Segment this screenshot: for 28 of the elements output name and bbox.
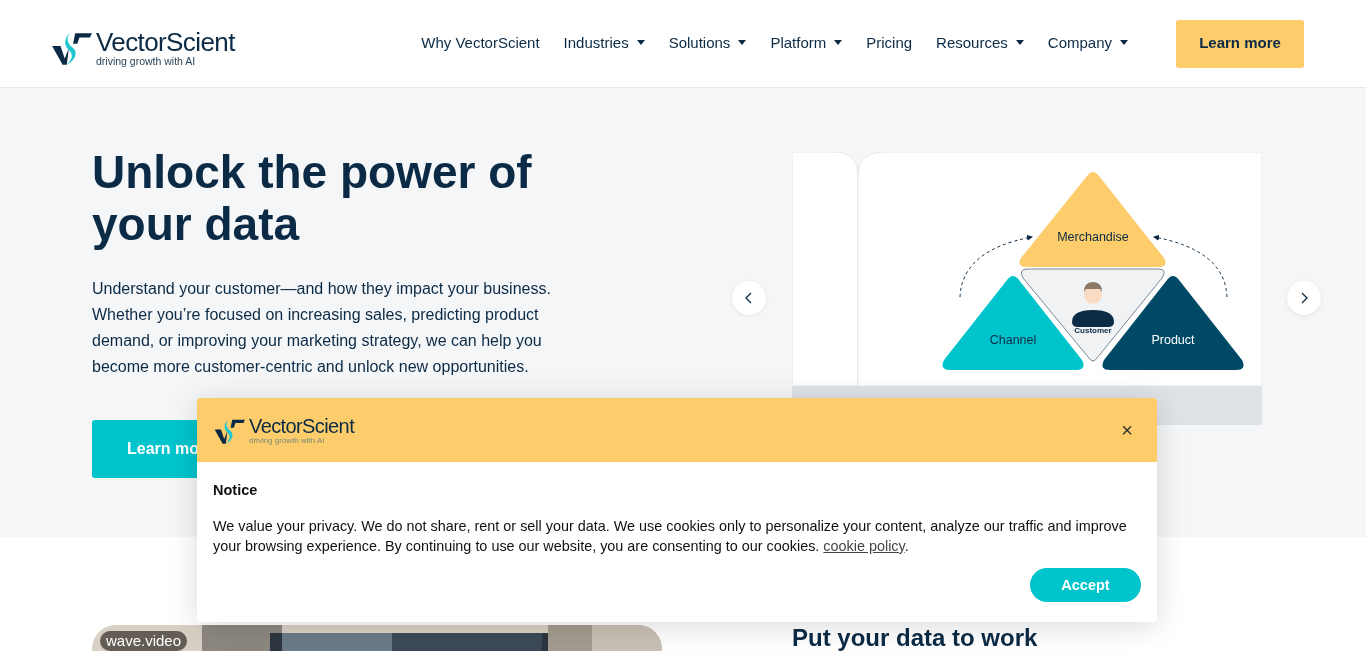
logo-tagline: driving growth with AI	[96, 55, 197, 67]
notice-title: Notice	[213, 481, 259, 500]
next-slide-button[interactable]	[1287, 281, 1321, 315]
hero-heading: Unlock the power of your data	[92, 146, 533, 250]
logo-text: VectorScient	[249, 416, 355, 437]
nav-link[interactable]: Resources	[936, 32, 1024, 55]
video-label: wave.video	[100, 631, 188, 651]
nav-link[interactable]: Company	[1047, 32, 1128, 55]
close-button[interactable]: ×	[1117, 420, 1137, 440]
nav-link[interactable]: Industries	[563, 32, 645, 55]
diagram-label: Customer	[1074, 326, 1112, 335]
nav-link[interactable]: Why VectorScient	[421, 32, 540, 55]
nav-link[interactable]: Platform	[770, 32, 843, 55]
privacy-notice-text: We value your privacy. We do not share, rent or sell your data. We use cookies only to personalize your content, analyze our traffic and improve your browsing experience. By continuing to use our website, you are consenting to our cookies. cookie policy.	[213, 517, 1128, 556]
diagram-label: Channel	[989, 333, 1037, 347]
hero-description: Understand your customer—and how they impact your business. Whether you’re focused on increasing sales, predicting product demand, or improving your marketing strategy, we can help you become more customer-centric and unlock new opportunities.	[92, 279, 552, 377]
chevron-left-icon	[744, 292, 754, 304]
previous-slide-button[interactable]	[732, 281, 766, 315]
section-heading: Put your data to work	[792, 625, 1038, 651]
diagram-label: Product	[1151, 333, 1195, 347]
nav-link[interactable]: Pricing	[866, 32, 913, 55]
logo-tagline: driving growth with AI	[249, 437, 326, 446]
chevron-right-icon	[1299, 292, 1309, 304]
diagram-label: Merchandise	[1057, 230, 1129, 244]
nav-link[interactable]: Solutions	[668, 32, 747, 55]
learn-more-button[interactable]: Learn more	[1176, 19, 1304, 68]
cookie-policy-link[interactable]: cookie policy	[823, 538, 905, 554]
logo-text: VectorScient	[96, 28, 235, 55]
